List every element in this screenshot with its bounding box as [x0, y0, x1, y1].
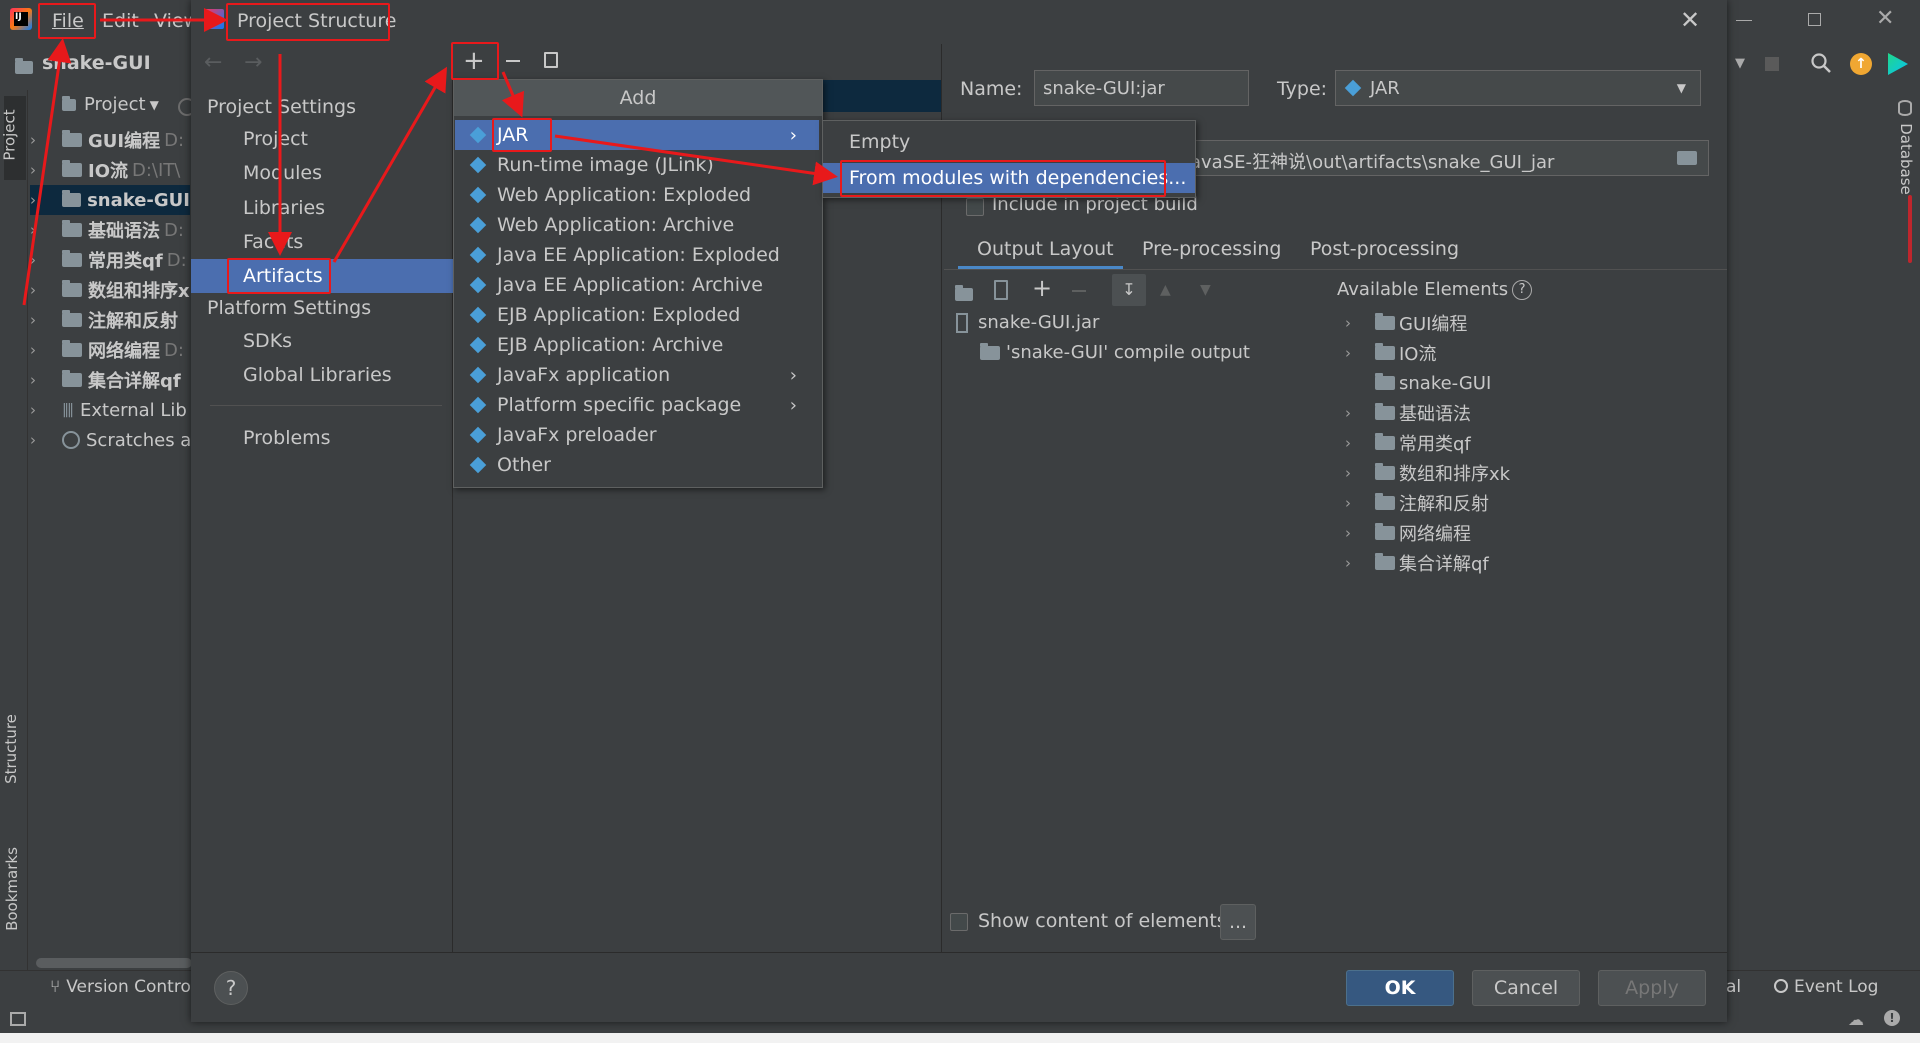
- arrow-to-file: [22, 38, 72, 306]
- annotation-arrows: [22, 8, 838, 306]
- arrow-add-to-jar: [501, 71, 525, 118]
- arrow-jar-to-from-modules: [554, 134, 838, 186]
- arrow-artifacts-to-add: [332, 66, 448, 263]
